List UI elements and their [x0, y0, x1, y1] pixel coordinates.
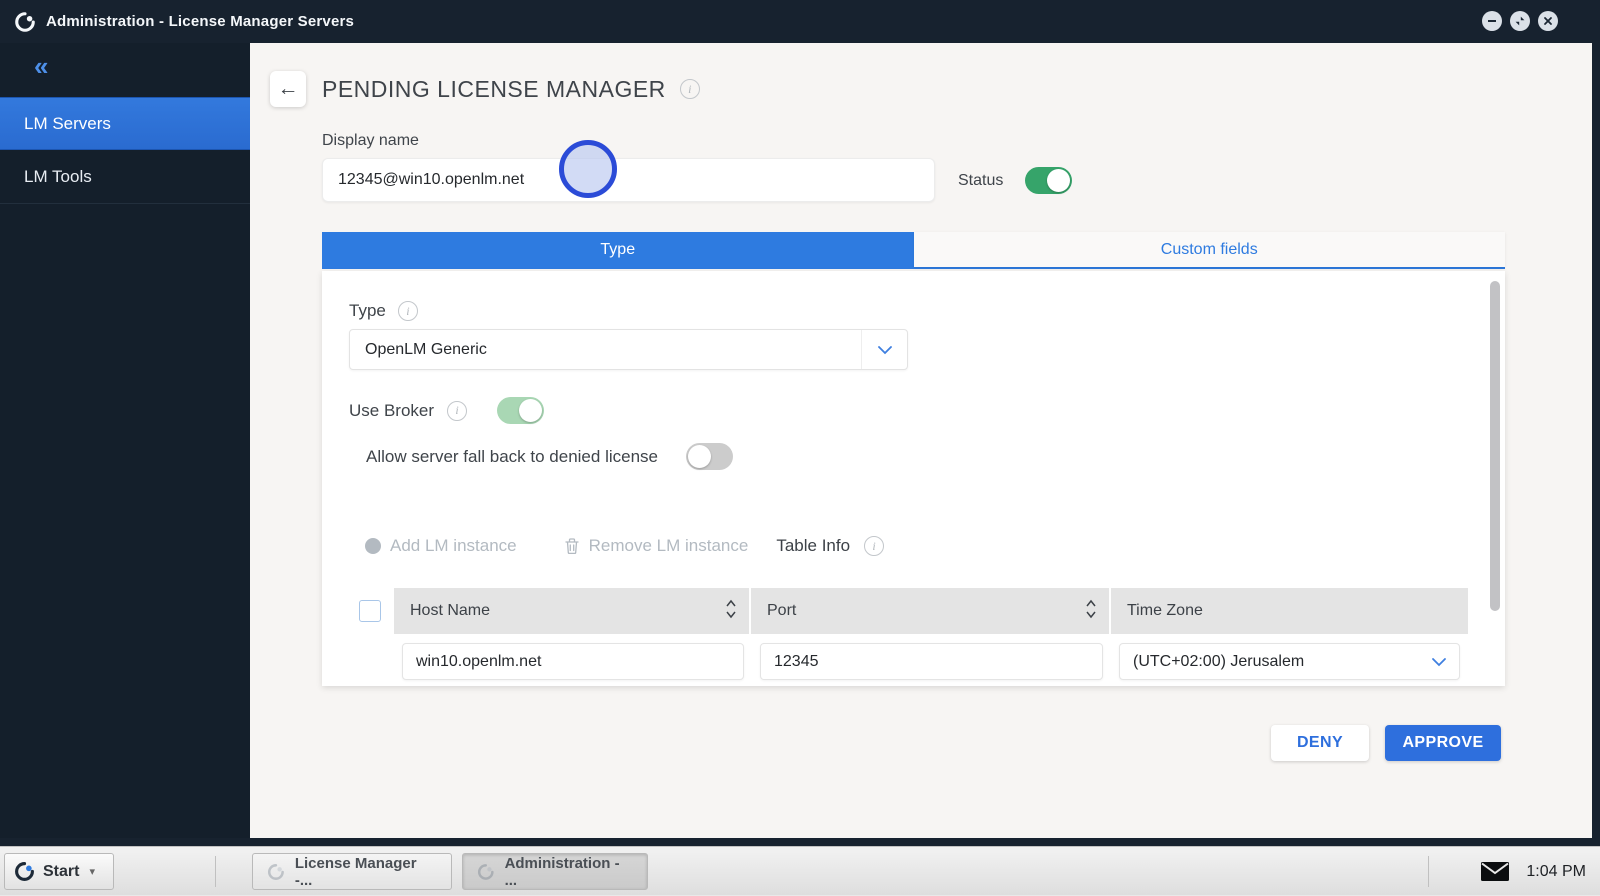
app-logo-icon	[267, 863, 285, 881]
taskbar-separator	[215, 856, 216, 887]
close-icon	[1542, 15, 1554, 27]
sidebar-item-label: LM Tools	[24, 167, 92, 187]
page-header: ← PENDING LICENSE MANAGER i	[270, 71, 700, 107]
type-tab-panel: Type i OpenLM Generic Use Broker i Allow…	[322, 271, 1505, 686]
tab-custom-fields[interactable]: Custom fields	[914, 232, 1506, 267]
add-instance-icon	[365, 538, 381, 554]
close-button[interactable]	[1538, 11, 1558, 31]
table-header: Host Name Port Time Zone	[394, 588, 1468, 634]
column-label: Host Name	[410, 602, 490, 620]
window-bottom-frame	[0, 838, 1600, 846]
deny-button[interactable]: DENY	[1271, 725, 1369, 761]
maximize-icon	[1514, 15, 1526, 27]
page-title-info-icon[interactable]: i	[680, 79, 700, 99]
sidebar-collapse-button[interactable]: «	[34, 53, 48, 79]
column-label: Port	[767, 602, 796, 620]
time-zone-value: (UTC+02:00) Jerusalem	[1120, 653, 1419, 671]
start-logo-icon	[14, 861, 35, 882]
table-info-info-icon[interactable]: i	[864, 536, 884, 556]
taskbar-item-label: Administration - ...	[505, 855, 633, 889]
table-row: (UTC+02:00) Jerusalem	[394, 634, 1468, 686]
chevron-down-icon	[1431, 657, 1447, 667]
add-lm-instance-label: Add LM instance	[390, 536, 517, 556]
host-name-input[interactable]	[402, 643, 744, 680]
taskbar: Start ▾ License Manager -... Administrat…	[0, 846, 1600, 895]
taskbar-separator	[1428, 856, 1429, 887]
clock: 1:04 PM	[1526, 863, 1586, 881]
window-title: Administration - License Manager Servers	[46, 13, 354, 30]
trash-icon	[564, 537, 580, 555]
column-label: Time Zone	[1127, 602, 1203, 620]
port-input[interactable]	[760, 643, 1103, 680]
fallback-toggle[interactable]	[686, 443, 733, 470]
display-name-input[interactable]	[322, 158, 935, 202]
row-select-checkbox[interactable]	[359, 600, 381, 622]
add-lm-instance-button[interactable]: Add LM instance	[365, 536, 517, 556]
display-name-label: Display name	[322, 132, 419, 150]
column-header-time-zone[interactable]: Time Zone	[1111, 588, 1468, 634]
start-caret-icon: ▾	[89, 865, 95, 878]
approve-button[interactable]: APPROVE	[1385, 725, 1501, 761]
maximize-button[interactable]	[1510, 11, 1530, 31]
openlm-logo-icon	[14, 11, 36, 33]
remove-lm-instance-label: Remove LM instance	[589, 536, 749, 556]
sidebar-item-lm-tools[interactable]: LM Tools	[0, 151, 250, 204]
window-right-frame	[1592, 0, 1600, 846]
type-label: Type	[349, 301, 386, 321]
use-broker-info-icon[interactable]: i	[447, 401, 467, 421]
mail-icon[interactable]	[1480, 861, 1510, 882]
toggle-knob	[688, 445, 711, 468]
click-indicator	[559, 140, 617, 198]
main-content: ← PENDING LICENSE MANAGER i Display name…	[250, 43, 1592, 838]
system-tray: 1:04 PM	[1480, 847, 1586, 896]
chevron-down-icon	[877, 345, 893, 355]
use-broker-toggle[interactable]	[497, 397, 544, 424]
fallback-label: Allow server fall back to denied license	[366, 447, 658, 467]
toggle-knob	[519, 399, 542, 422]
remove-lm-instance-button[interactable]: Remove LM instance	[564, 536, 749, 556]
use-broker-label: Use Broker	[349, 401, 434, 421]
app-logo-icon	[477, 863, 495, 881]
minimize-button[interactable]	[1482, 11, 1502, 31]
titlebar: Administration - License Manager Servers	[0, 0, 1600, 43]
status-toggle[interactable]	[1025, 167, 1072, 194]
taskbar-item-license-manager[interactable]: License Manager -...	[252, 853, 452, 890]
type-info-icon[interactable]: i	[398, 301, 418, 321]
page-title: PENDING LICENSE MANAGER	[322, 76, 666, 103]
type-dropdown-value: OpenLM Generic	[350, 341, 861, 359]
column-header-port[interactable]: Port	[751, 588, 1111, 634]
taskbar-item-label: License Manager -...	[295, 855, 437, 889]
sidebar-item-label: LM Servers	[24, 114, 111, 134]
sort-icon	[725, 598, 737, 625]
type-dropdown[interactable]: OpenLM Generic	[349, 329, 908, 370]
start-label: Start	[43, 863, 79, 881]
time-zone-select[interactable]: (UTC+02:00) Jerusalem	[1119, 643, 1460, 680]
start-button[interactable]: Start ▾	[4, 853, 114, 890]
table-info-label: Table Info	[776, 536, 850, 556]
app-window: Administration - License Manager Servers…	[0, 0, 1600, 846]
column-header-host-name[interactable]: Host Name	[394, 588, 751, 634]
sidebar: « LM Servers LM Tools	[0, 43, 250, 838]
panel-scrollbar[interactable]	[1490, 281, 1500, 611]
taskbar-item-administration[interactable]: Administration - ...	[462, 853, 648, 890]
sidebar-item-lm-servers[interactable]: LM Servers	[0, 97, 250, 150]
minimize-icon	[1486, 15, 1498, 27]
tab-bar: Type Custom fields	[322, 232, 1505, 269]
toggle-knob	[1047, 169, 1070, 192]
status-label: Status	[958, 172, 1003, 190]
tab-type[interactable]: Type	[322, 232, 914, 267]
back-button[interactable]: ←	[270, 71, 306, 107]
sort-icon	[1085, 598, 1097, 625]
